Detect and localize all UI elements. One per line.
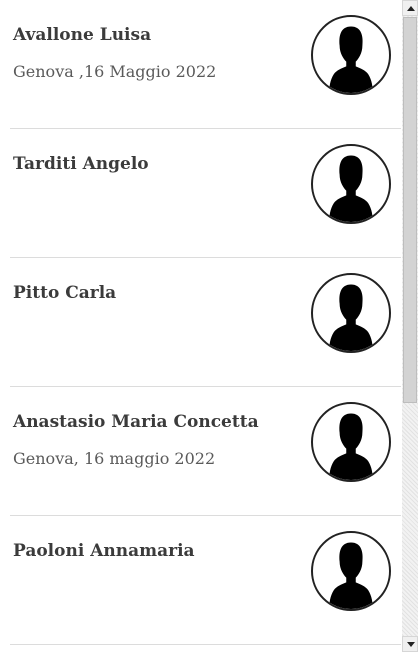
person-name[interactable]: Pitto Carla	[13, 282, 116, 304]
person-silhouette-icon	[329, 542, 373, 609]
arrow-down-icon	[407, 642, 415, 647]
person-name[interactable]: Tarditi Angelo	[13, 153, 149, 175]
arrow-up-icon	[407, 6, 415, 11]
scroll-down-button[interactable]	[402, 636, 418, 652]
person-name[interactable]: Anastasio Maria Concetta	[13, 411, 259, 433]
avatar[interactable]	[311, 144, 391, 224]
avatar[interactable]	[311, 15, 391, 95]
person-name[interactable]: Paoloni Annamaria	[13, 540, 195, 562]
person-silhouette-icon	[329, 26, 373, 93]
avatar[interactable]	[311, 273, 391, 353]
avatar[interactable]	[311, 402, 391, 482]
person-silhouette-icon	[329, 413, 373, 480]
list-item[interactable]: Anastasio Maria Concetta Genova, 16 magg…	[10, 387, 401, 516]
scrollbar-thumb[interactable]	[403, 17, 417, 403]
people-list: Avallone Luisa Genova ,16 Maggio 2022 Ta…	[0, 0, 402, 652]
list-item[interactable]: Paoloni Annamaria	[10, 516, 401, 645]
person-silhouette-icon	[329, 284, 373, 351]
scroll-up-button[interactable]	[402, 0, 418, 16]
avatar[interactable]	[311, 531, 391, 611]
list-item[interactable]: Pitto Carla	[10, 258, 401, 387]
person-location-date: Genova ,16 Maggio 2022	[13, 62, 217, 81]
person-name[interactable]: Avallone Luisa	[13, 24, 151, 46]
person-location-date: Genova, 16 maggio 2022	[13, 449, 216, 468]
list-item[interactable]: Tarditi Angelo	[10, 129, 401, 258]
person-silhouette-icon	[329, 155, 373, 222]
divider	[10, 644, 401, 645]
list-item[interactable]: Avallone Luisa Genova ,16 Maggio 2022	[10, 0, 401, 129]
vertical-scrollbar[interactable]	[402, 0, 418, 652]
